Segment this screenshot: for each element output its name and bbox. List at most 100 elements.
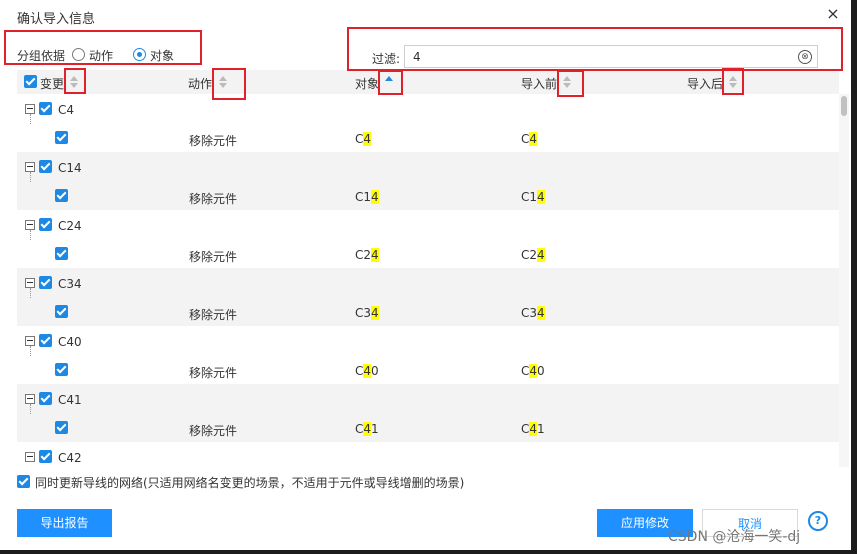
collapse-icon[interactable] (25, 220, 35, 230)
match-highlight: 4 (537, 306, 545, 320)
cell-action: 移除元件 (189, 424, 238, 438)
match-highlight: 4 (363, 364, 372, 378)
column-header-before[interactable]: 导入前 (521, 75, 557, 92)
cell-action: 移除元件 (189, 250, 238, 264)
cell-object: C24 (355, 248, 379, 262)
cell-before: C14 (521, 190, 545, 204)
row-checkbox[interactable] (55, 363, 68, 376)
cell-action: 移除元件 (189, 134, 238, 148)
match-highlight: 4 (371, 248, 379, 262)
collapse-icon[interactable] (25, 104, 35, 114)
help-icon[interactable]: ? (808, 511, 828, 531)
sort-icon-before[interactable] (561, 72, 573, 92)
sort-icon-object-ascending[interactable] (383, 72, 395, 92)
table-group: C42 (17, 442, 839, 467)
group-checkbox[interactable] (39, 276, 52, 289)
group-checkbox[interactable] (39, 450, 52, 463)
row-checkbox[interactable] (55, 305, 68, 318)
cell-object: C4 (355, 132, 372, 146)
tree-connector (30, 288, 31, 298)
sort-icon-action[interactable] (217, 72, 229, 92)
radio-label: 对象 (150, 49, 175, 63)
cell-before: C34 (521, 306, 545, 320)
radio-circle (72, 48, 85, 61)
match-highlight: 4 (363, 422, 372, 436)
sort-icon-change[interactable] (68, 72, 80, 92)
tree-connector (30, 346, 31, 356)
match-highlight: 4 (537, 248, 545, 262)
text-part: 1 (371, 422, 379, 436)
collapse-icon[interactable] (25, 278, 35, 288)
table-group: C40 移除元件 C40 C40 (17, 326, 839, 384)
grouping-label: 分组依据 (17, 49, 66, 63)
text-part: 1 (537, 422, 545, 436)
radio-circle-selected (133, 48, 146, 61)
row-checkbox[interactable] (55, 421, 68, 434)
column-header-change[interactable]: 变更 (40, 75, 64, 92)
dialog-title: 确认导入信息 (17, 12, 96, 27)
cell-before: C40 (521, 364, 545, 378)
title-bar: 确认导入信息 × (0, 0, 851, 30)
match-highlight: 4 (363, 132, 372, 146)
table-group: C4 移除元件 C4 C4 (17, 94, 839, 152)
row-checkbox[interactable] (55, 131, 68, 144)
group-name: C40 (58, 335, 82, 349)
cell-before: C24 (521, 248, 545, 262)
table-group: C41 移除元件 C41 C41 (17, 384, 839, 442)
table-group: C34 移除元件 C34 C34 (17, 268, 839, 326)
filter-input[interactable] (404, 45, 818, 68)
match-highlight: 4 (529, 364, 538, 378)
group-checkbox[interactable] (39, 334, 52, 347)
group-checkbox[interactable] (39, 218, 52, 231)
tree-connector (30, 230, 31, 240)
cell-object: C40 (355, 364, 379, 378)
group-name: C42 (58, 451, 82, 465)
cell-object: C41 (355, 422, 379, 436)
group-name: C41 (58, 393, 82, 407)
group-name: C24 (58, 219, 82, 233)
cell-object: C34 (355, 306, 379, 320)
text-part: 0 (537, 364, 545, 378)
text-part: C2 (521, 248, 538, 262)
text-part: C3 (521, 306, 538, 320)
table-group: C14 移除元件 C14 C14 (17, 152, 839, 210)
cell-action: 移除元件 (189, 366, 238, 380)
import-confirm-dialog: 确认导入信息 × 分组依据 动作 对象 过滤: ⊗ 变更 动作 对象 导入前 导… (0, 0, 851, 550)
clear-filter-icon[interactable]: ⊗ (798, 50, 812, 64)
group-name: C14 (58, 161, 82, 175)
group-checkbox[interactable] (39, 102, 52, 115)
row-checkbox[interactable] (55, 247, 68, 260)
sync-net-label: 同时更新导线的网络(只适用网络名变更的场景，不适用于元件或导线增删的场景) (35, 476, 465, 490)
close-icon[interactable]: × (823, 4, 843, 24)
match-highlight: 4 (529, 132, 538, 146)
scrollbar-thumb[interactable] (841, 96, 847, 116)
group-name: C4 (58, 103, 75, 117)
export-report-button[interactable]: 导出报告 (17, 509, 112, 537)
select-all-checkbox[interactable] (24, 75, 37, 88)
table-header: 变更 动作 对象 导入前 导入后 (17, 70, 839, 94)
cell-object: C14 (355, 190, 379, 204)
sync-net-checkbox[interactable] (17, 475, 30, 488)
collapse-icon[interactable] (25, 452, 35, 462)
tree-connector (30, 404, 31, 414)
group-checkbox[interactable] (39, 392, 52, 405)
collapse-icon[interactable] (25, 162, 35, 172)
vertical-scrollbar[interactable] (839, 94, 849, 467)
text-part: C1 (521, 190, 538, 204)
collapse-icon[interactable] (25, 394, 35, 404)
sort-icon-after[interactable] (727, 72, 739, 92)
cell-action: 移除元件 (189, 192, 238, 206)
cell-before: C41 (521, 422, 545, 436)
match-highlight: 4 (537, 190, 545, 204)
text-part: C3 (355, 306, 372, 320)
column-header-action[interactable]: 动作 (188, 75, 212, 92)
collapse-icon[interactable] (25, 336, 35, 346)
column-header-after[interactable]: 导入后 (687, 75, 723, 92)
row-checkbox[interactable] (55, 189, 68, 202)
radio-label: 动作 (89, 49, 114, 63)
cell-action: 移除元件 (189, 308, 238, 322)
group-checkbox[interactable] (39, 160, 52, 173)
column-header-object[interactable]: 对象 (355, 75, 379, 92)
match-highlight: 4 (529, 422, 538, 436)
filter-label: 过滤: (372, 52, 401, 66)
